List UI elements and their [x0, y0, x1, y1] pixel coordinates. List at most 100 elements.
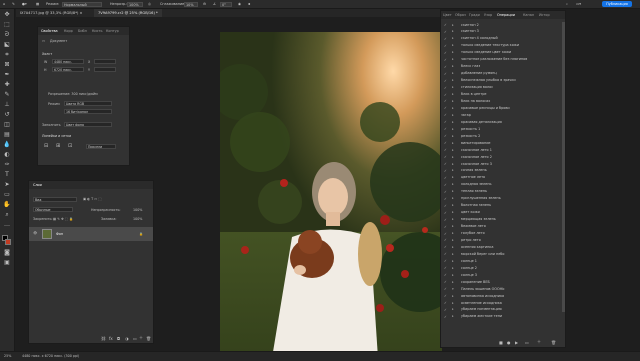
new-set-icon[interactable]: ▭: [525, 340, 529, 345]
check-icon[interactable]: ✓: [444, 65, 447, 69]
action-row[interactable]: ✓ ▸ блеск глаз: [441, 64, 565, 70]
stop-icon[interactable]: ■: [499, 340, 503, 345]
collapsed-arrow-icon[interactable]: ▸: [452, 280, 454, 284]
check-icon[interactable]: ✓: [444, 218, 447, 222]
tab-paths[interactable]: Контур: [106, 27, 119, 35]
action-row[interactable]: ✓ ▸ автоновинка исходника: [441, 293, 565, 299]
collapsed-arrow-icon[interactable]: ▸: [452, 29, 454, 33]
collapsed-arrow-icon[interactable]: ▸: [452, 141, 454, 145]
collapsed-arrow-icon[interactable]: ▸: [452, 238, 454, 242]
layer-opacity-value[interactable]: 100%: [133, 208, 142, 212]
color-mode-select[interactable]: Цвета RGB: [64, 101, 112, 106]
pen-tool-icon[interactable]: ✑: [3, 161, 11, 169]
check-icon[interactable]: ✓: [444, 294, 447, 298]
add-mask-icon[interactable]: ◘: [117, 336, 120, 341]
collapsed-arrow-icon[interactable]: ▸: [452, 57, 454, 61]
action-row[interactable]: ✓ ▸ скинтон 4 холодный: [441, 36, 565, 42]
action-row[interactable]: ✓ ▸ скинтон 3: [441, 29, 565, 35]
tab-adjustments[interactable]: Корр: [64, 27, 73, 35]
marquee-tool-icon[interactable]: ⬚: [3, 21, 11, 29]
quick-mask-icon[interactable]: ◙: [3, 249, 11, 257]
tab-document-1[interactable]: IX7A4717.jpg @ 33,3% (RGB/8*) ×: [16, 9, 87, 17]
collapsed-arrow-icon[interactable]: ▸: [452, 148, 454, 152]
check-icon[interactable]: ✓: [444, 232, 447, 236]
collapsed-arrow-icon[interactable]: ▸: [452, 217, 454, 221]
pressure-opacity-icon[interactable]: ◎: [148, 2, 151, 7]
tab-actions[interactable]: Операции: [497, 11, 515, 19]
blend-mode-select[interactable]: Обычные: [33, 207, 73, 212]
collapsed-arrow-icon[interactable]: ▸: [452, 92, 454, 96]
brush-settings-icon[interactable]: ▦: [36, 2, 39, 7]
check-icon[interactable]: ✓: [444, 58, 447, 62]
check-icon[interactable]: ✓: [444, 204, 447, 208]
tab-channels[interactable]: Канал: [523, 11, 534, 19]
action-row[interactable]: ✓ ▸ добавление румянц: [441, 71, 565, 77]
collapsed-arrow-icon[interactable]: ▸: [452, 210, 454, 214]
action-row[interactable]: ✓ ▸ резкость 2: [441, 133, 565, 139]
lasso-tool-icon[interactable]: ᘐ: [3, 31, 11, 39]
collapsed-arrow-icon[interactable]: ▸: [452, 162, 454, 166]
collapsed-arrow-icon[interactable]: ▸: [452, 78, 454, 82]
tab-gradients[interactable]: Гради: [469, 11, 480, 19]
brush-tool-icon[interactable]: ✎: [12, 2, 15, 7]
tab-properties[interactable]: Свойства: [41, 27, 58, 35]
collapsed-arrow-icon[interactable]: ▸: [452, 252, 454, 256]
layer-name[interactable]: Фон: [56, 232, 63, 236]
check-icon[interactable]: ✓: [444, 190, 447, 194]
check-icon[interactable]: ✓: [444, 72, 447, 76]
publish-button[interactable]: Публикация: [602, 1, 632, 7]
tab-brush[interactable]: Кисть: [92, 27, 102, 35]
action-row[interactable]: ✓ ▸ убираем жесткие тени: [441, 314, 565, 320]
height-field[interactable]: 6720 пикс.: [52, 67, 84, 72]
zoom-value[interactable]: 25%: [4, 354, 11, 358]
expanded-arrow-icon[interactable]: ▾: [452, 287, 454, 291]
link-layers-icon[interactable]: ⛓: [101, 336, 106, 341]
check-icon[interactable]: ✓: [444, 252, 447, 256]
check-icon[interactable]: ✓: [444, 106, 447, 110]
delete-layer-icon[interactable]: 🗑: [146, 336, 151, 341]
zoom-tool-icon[interactable]: ⌕: [3, 211, 11, 219]
workspace-icon[interactable]: ▭▾: [576, 2, 581, 7]
document-photo[interactable]: [220, 32, 442, 358]
check-icon[interactable]: ✓: [444, 238, 447, 242]
ruler-units-select[interactable]: Пиксели: [86, 144, 116, 149]
lock-icons[interactable]: ▦ ✎ ✥ ⬚ 🔒: [53, 217, 73, 221]
collapsed-arrow-icon[interactable]: ▸: [452, 224, 454, 228]
collapsed-arrow-icon[interactable]: ▸: [452, 64, 454, 68]
object-select-tool-icon[interactable]: ⬕: [3, 41, 11, 49]
collapsed-arrow-icon[interactable]: ▸: [452, 266, 454, 270]
angle-field[interactable]: 0°: [220, 1, 232, 7]
mode-select[interactable]: Нормальный: [62, 1, 102, 7]
action-row[interactable]: ✓ ▸ сохранение ВЕБ: [441, 279, 565, 285]
background-color-swatch[interactable]: [5, 239, 11, 245]
check-icon[interactable]: ✓: [444, 176, 447, 180]
action-row[interactable]: ✓ ▸ красивые ресницы и брови: [441, 105, 565, 111]
action-row[interactable]: ✓ ▸ теплая зелень: [441, 189, 565, 195]
check-icon[interactable]: ✓: [444, 211, 447, 215]
action-row[interactable]: ✓ ▸ только сведение цвет кожи: [441, 50, 565, 56]
actions-scrollbar[interactable]: [562, 22, 565, 312]
collapsed-arrow-icon[interactable]: ▸: [452, 182, 454, 186]
tab-layers[interactable]: Слои: [33, 181, 42, 189]
check-icon[interactable]: ✓: [444, 245, 447, 249]
symmetry-icon[interactable]: ⧗: [248, 2, 250, 7]
collapsed-arrow-icon[interactable]: ▸: [452, 85, 454, 89]
screen-mode-icon[interactable]: ▣: [3, 259, 11, 267]
frame-tool-icon[interactable]: ⊠: [3, 61, 11, 69]
check-icon[interactable]: ✓: [444, 155, 447, 159]
collapsed-arrow-icon[interactable]: ▸: [452, 127, 454, 131]
guides-icon[interactable]: ⊡: [68, 143, 72, 149]
check-icon[interactable]: ✓: [444, 99, 447, 103]
check-icon[interactable]: ✓: [444, 162, 447, 166]
check-icon[interactable]: ✓: [444, 93, 447, 97]
fill-select[interactable]: Цвет фона: [64, 122, 112, 127]
check-icon[interactable]: ✓: [444, 23, 447, 27]
check-icon[interactable]: ✓: [444, 225, 447, 229]
collapsed-arrow-icon[interactable]: ▸: [452, 231, 454, 235]
collapsed-arrow-icon[interactable]: ▸: [452, 294, 454, 298]
adjustment-layer-icon[interactable]: ◑: [125, 336, 129, 341]
check-icon[interactable]: ✓: [444, 127, 447, 131]
collapsed-arrow-icon[interactable]: ▸: [452, 168, 454, 172]
check-icon[interactable]: ✓: [444, 134, 447, 138]
new-group-icon[interactable]: ▭: [133, 336, 137, 341]
